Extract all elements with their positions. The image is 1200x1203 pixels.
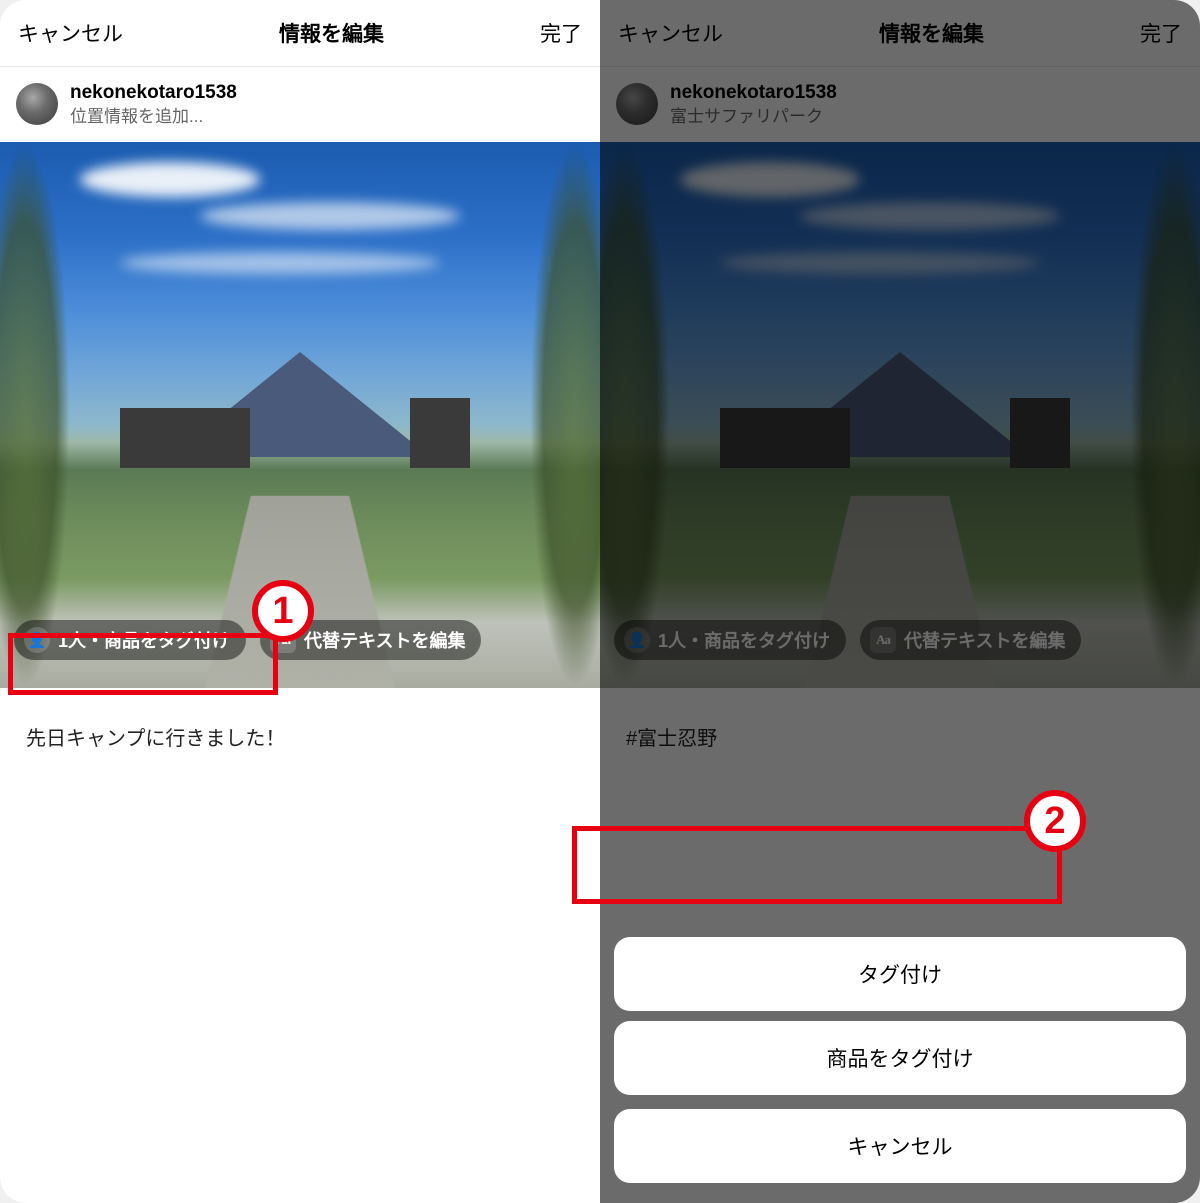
user-row: nekonekotaro1538 位置情報を追加... <box>0 67 600 142</box>
page-title: 情報を編集 <box>879 18 984 48</box>
avatar[interactable] <box>16 83 58 125</box>
username: nekonekotaro1538 <box>70 81 237 106</box>
sheet-tag-people-button[interactable]: タグ付け <box>614 937 1186 1011</box>
caption-input[interactable]: #富士忍野 <box>600 688 1200 785</box>
action-sheet: タグ付け 商品をタグ付け キャンセル <box>614 937 1186 1183</box>
add-location-button[interactable]: 位置情報を追加... <box>70 106 237 128</box>
cancel-button[interactable]: キャンセル <box>18 18 123 48</box>
edit-alt-text-label: 代替テキストを編集 <box>304 627 465 653</box>
sheet-cancel-button[interactable]: キャンセル <box>614 1109 1186 1183</box>
username: nekonekotaro1538 <box>670 81 837 106</box>
cancel-button[interactable]: キャンセル <box>618 18 723 48</box>
tag-people-pill[interactable]: 👤 1人・商品をタグ付け <box>614 620 846 660</box>
photo-overlay-buttons: 👤 1人・商品をタグ付け Aa 代替テキストを編集 <box>614 620 1186 660</box>
avatar[interactable] <box>616 83 658 125</box>
person-icon: 👤 <box>24 627 50 653</box>
done-button[interactable]: 完了 <box>540 18 582 48</box>
tag-people-pill[interactable]: 👤 1人・商品をタグ付け <box>14 620 246 660</box>
photo-scene <box>600 142 1200 688</box>
page-title: 情報を編集 <box>279 18 384 48</box>
annotation-badge-1: 1 <box>252 580 314 642</box>
user-row: nekonekotaro1538 富士サファリパーク <box>600 67 1200 142</box>
sheet-tag-product-button[interactable]: 商品をタグ付け <box>614 1021 1186 1095</box>
header: キャンセル 情報を編集 完了 <box>0 0 600 66</box>
tag-people-label: 1人・商品をタグ付け <box>658 627 830 653</box>
aa-icon: Aa <box>870 627 896 653</box>
header: キャンセル 情報を編集 完了 <box>600 0 1200 66</box>
location-label[interactable]: 富士サファリパーク <box>670 106 837 128</box>
edit-alt-text-label: 代替テキストを編集 <box>904 627 1065 653</box>
done-button[interactable]: 完了 <box>1140 18 1182 48</box>
right-screen: キャンセル 情報を編集 完了 nekonekotaro1538 富士サファリパー… <box>600 0 1200 1203</box>
edit-alt-text-pill[interactable]: Aa 代替テキストを編集 <box>860 620 1081 660</box>
tag-people-label: 1人・商品をタグ付け <box>58 627 230 653</box>
person-icon: 👤 <box>624 627 650 653</box>
annotation-badge-2: 2 <box>1024 790 1086 852</box>
caption-input[interactable]: 先日キャンプに行きました！ <box>0 688 600 785</box>
post-photo[interactable]: 👤 1人・商品をタグ付け Aa 代替テキストを編集 <box>600 142 1200 688</box>
